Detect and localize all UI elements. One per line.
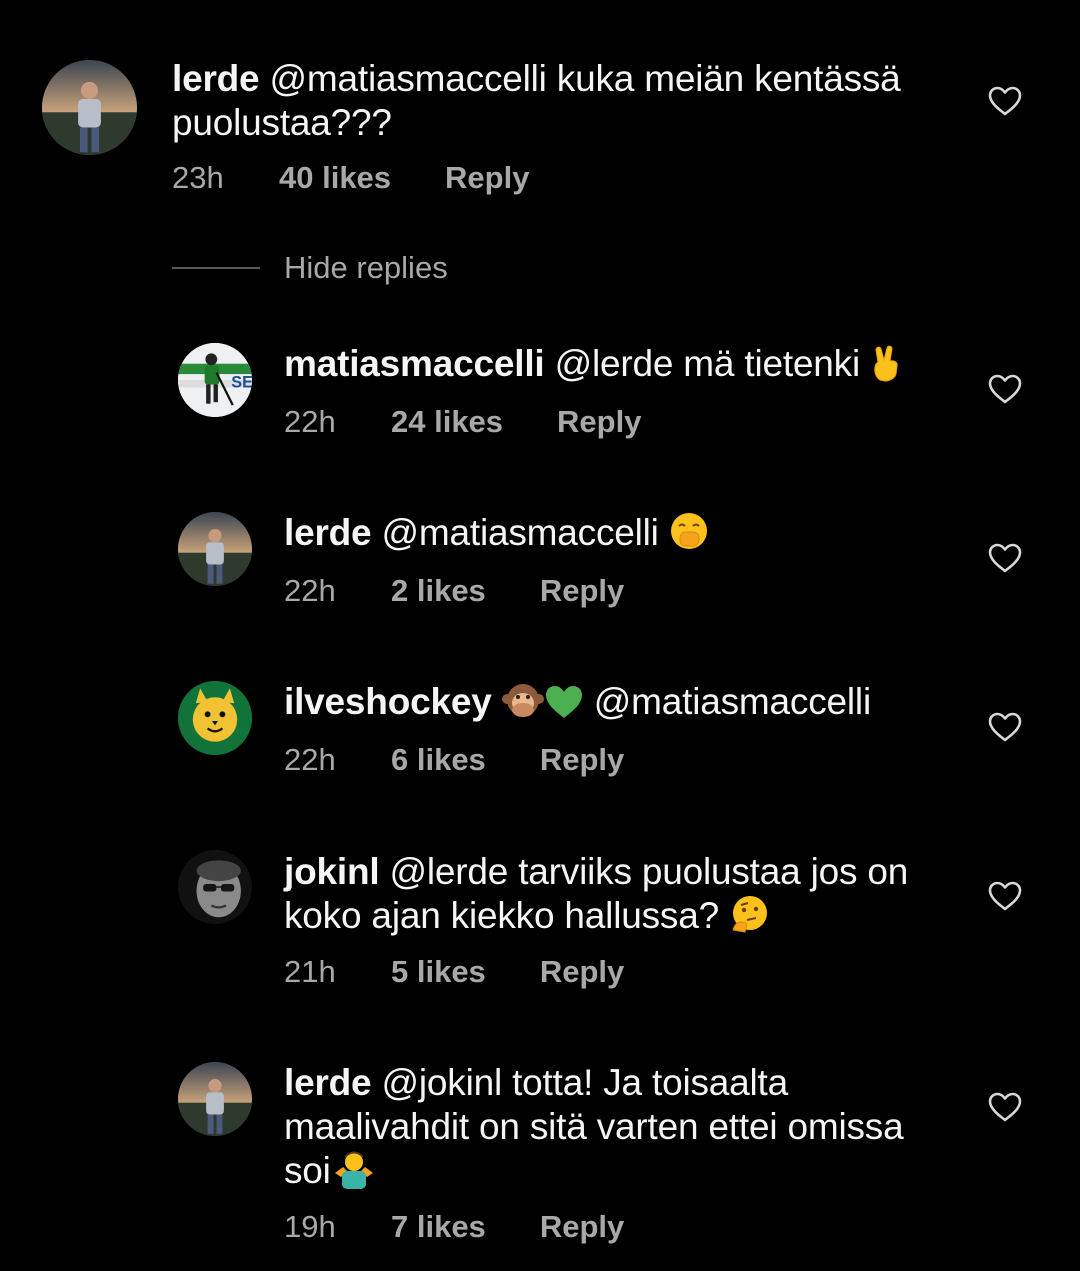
avatar[interactable] (178, 1062, 252, 1136)
comment-text-line: koko ajan kiekko hallussa? (284, 895, 719, 936)
profile-photo-man-sunglasses-icon (178, 850, 252, 924)
profile-photo-hockey-player-icon: SE (178, 343, 252, 417)
green-heart-emoji-icon (544, 684, 584, 730)
comment-text-line: @matiasmaccelli kuka meiän kentässä (269, 58, 901, 99)
ilves-lynx-logo-icon (178, 681, 252, 755)
likes-count[interactable]: 2 likes (391, 573, 486, 609)
username[interactable]: lerde (172, 58, 260, 99)
profile-photo-man-outdoors-icon (42, 60, 137, 155)
likes-count[interactable]: 5 likes (391, 954, 486, 990)
thinking-face-emoji-icon (729, 894, 769, 944)
avatar[interactable] (178, 512, 252, 586)
avatar[interactable]: SE (178, 343, 252, 417)
heart-icon[interactable] (988, 86, 1022, 116)
username[interactable]: lerde (284, 1062, 372, 1103)
reply-button[interactable]: Reply (540, 573, 624, 609)
comment-text-line: @lerde tarviiks puolustaa jos on (389, 851, 909, 892)
speak-no-evil-monkey-emoji-icon (501, 680, 544, 730)
comment-text-line: @matiasmaccelli (593, 681, 871, 722)
comment-text-line: maalivahdit on sitä varten ettei omissa (284, 1106, 904, 1147)
face-with-hand-over-mouth-emoji-icon (669, 511, 709, 561)
comment-text-line: @lerde mä tietenki (554, 343, 861, 384)
username[interactable]: lerde (284, 512, 372, 553)
heart-icon[interactable] (988, 543, 1022, 573)
reply-button[interactable]: Reply (540, 1209, 624, 1245)
comment-text-line: puolustaa??? (172, 102, 392, 143)
reply-button[interactable]: Reply (445, 160, 529, 196)
profile-photo-man-outdoors-icon (178, 512, 252, 586)
heart-icon[interactable] (988, 374, 1022, 404)
username[interactable]: matiasmaccelli (284, 343, 545, 384)
comment-text-line: soi (284, 1150, 331, 1191)
timestamp: 23h (172, 160, 224, 195)
likes-count[interactable]: 24 likes (391, 404, 503, 440)
timestamp: 22h (284, 404, 336, 439)
avatar[interactable] (178, 850, 252, 924)
avatar[interactable] (42, 60, 137, 155)
heart-icon[interactable] (988, 712, 1022, 742)
heart-icon[interactable] (988, 1092, 1022, 1122)
username[interactable]: ilveshockey (284, 681, 492, 722)
reply-button[interactable]: Reply (540, 742, 624, 778)
profile-photo-man-outdoors-icon (178, 1062, 252, 1136)
comment-text-line: @jokinl totta! Ja toisaalta (381, 1062, 789, 1103)
timestamp: 22h (284, 573, 336, 608)
person-shrugging-emoji-icon (331, 1149, 377, 1199)
reply-button[interactable]: Reply (540, 954, 624, 990)
timestamp: 21h (284, 954, 336, 989)
heart-icon[interactable] (988, 881, 1022, 911)
reply-button[interactable]: Reply (557, 404, 641, 440)
crossed-fingers-emoji-icon (870, 344, 904, 392)
avatar[interactable] (178, 681, 252, 755)
timestamp: 22h (284, 742, 336, 777)
replies-divider (172, 267, 260, 269)
likes-count[interactable]: 7 likes (391, 1209, 486, 1245)
comment-text-line: @matiasmaccelli (381, 512, 659, 553)
hide-replies-button[interactable]: Hide replies (284, 250, 448, 286)
likes-count[interactable]: 6 likes (391, 742, 486, 778)
likes-count[interactable]: 40 likes (279, 160, 391, 196)
svg-text:SE: SE (231, 373, 252, 391)
username[interactable]: jokinl (284, 851, 380, 892)
timestamp: 19h (284, 1209, 336, 1244)
